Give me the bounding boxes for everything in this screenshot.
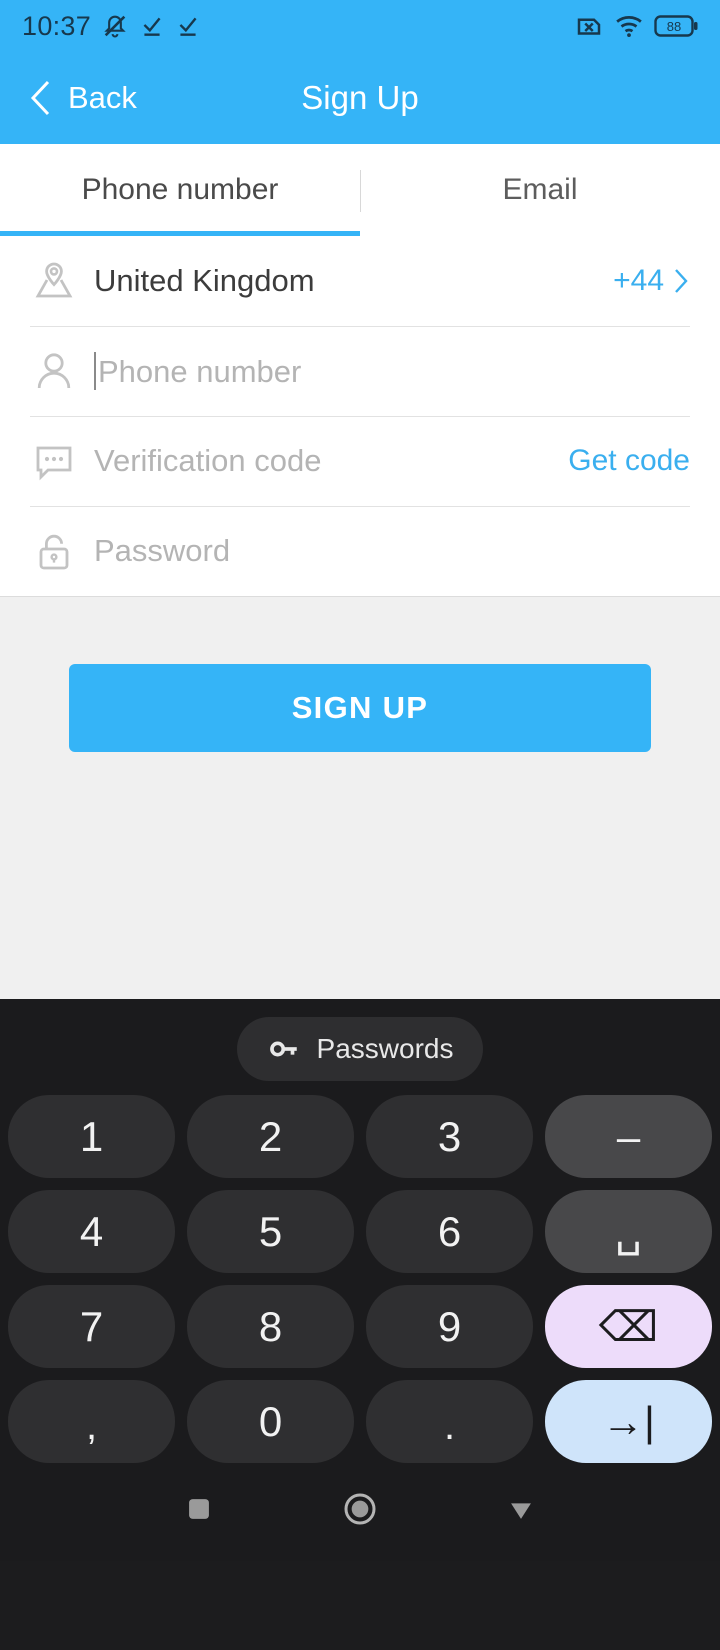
key-3[interactable]: 3: [366, 1095, 533, 1178]
tab-phone-number-label: Phone number: [81, 173, 279, 206]
check-underline-icon: [179, 17, 197, 36]
status-bar-right: 88: [574, 11, 698, 41]
battery-level: 88: [667, 19, 681, 34]
chevron-left-icon: [30, 80, 50, 116]
password-input[interactable]: Password: [94, 533, 690, 569]
country-dial-code: +44: [613, 264, 664, 297]
key-icon: [269, 1041, 297, 1057]
status-bar-clock: 10:37: [22, 10, 92, 41]
circle-icon: [344, 1493, 376, 1524]
back-button[interactable]: Back: [0, 78, 137, 118]
battery-icon: 88: [654, 15, 698, 37]
keyboard-suggestion-bar: Passwords: [0, 1017, 720, 1089]
recents-button[interactable]: [182, 1492, 216, 1531]
country-selector-row[interactable]: United Kingdom +44: [0, 236, 720, 326]
tab-email[interactable]: Email: [360, 144, 720, 236]
password-row[interactable]: Password: [0, 506, 720, 596]
country-dial-code-group[interactable]: +44: [613, 264, 690, 298]
status-bar-left: 10:37: [22, 11, 201, 42]
key-0[interactable]: 0: [187, 1380, 354, 1463]
key-1[interactable]: 1: [8, 1095, 175, 1178]
keyboard-row-3: 7 8 9 ⌫: [8, 1285, 712, 1368]
key-9[interactable]: 9: [366, 1285, 533, 1368]
back-label: Back: [68, 80, 137, 115]
passwords-suggestion-button[interactable]: Passwords: [236, 1017, 484, 1081]
phone-number-input[interactable]: Phone number: [94, 352, 690, 390]
text-cursor: [94, 352, 96, 390]
keyboard-rows: 1 2 3 – 4 5 6 ␣ 7 8 9 ⌫ , 0 . →|: [0, 1089, 720, 1463]
app-bar: Back Sign Up: [0, 52, 720, 144]
map-pin-icon: [30, 257, 94, 305]
country-name: United Kingdom: [94, 263, 315, 298]
key-6[interactable]: 6: [366, 1190, 533, 1273]
key-dash[interactable]: –: [545, 1095, 712, 1178]
wifi-icon: [616, 16, 642, 37]
unlock-icon: [30, 527, 94, 575]
key-period[interactable]: .: [366, 1380, 533, 1463]
key-comma[interactable]: ,: [8, 1380, 175, 1463]
hide-keyboard-button[interactable]: [504, 1492, 538, 1531]
bell-mute-icon: [104, 15, 126, 38]
signup-method-tabs: Phone number Email: [0, 144, 720, 236]
keyboard-row-2: 4 5 6 ␣: [8, 1190, 712, 1273]
sim-disabled-icon: [577, 18, 601, 35]
person-icon: [30, 347, 94, 395]
triangle-down-icon: [511, 1502, 531, 1519]
verification-code-input[interactable]: Verification code: [94, 443, 568, 479]
get-code-button[interactable]: Get code: [568, 444, 690, 478]
key-8[interactable]: 8: [187, 1285, 354, 1368]
message-dots-icon: [30, 437, 94, 485]
keyboard-row-4: , 0 . →|: [8, 1380, 712, 1463]
signup-form: United Kingdom +44 Phone number Verifica…: [0, 236, 720, 596]
check-underline-icon: [143, 17, 161, 36]
key-4[interactable]: 4: [8, 1190, 175, 1273]
key-2[interactable]: 2: [187, 1095, 354, 1178]
home-button[interactable]: [340, 1489, 380, 1534]
keyboard-row-1: 1 2 3 –: [8, 1095, 712, 1178]
tab-email-label: Email: [502, 173, 578, 206]
passwords-suggestion-label: Passwords: [316, 1033, 454, 1064]
phone-number-row[interactable]: Phone number: [0, 326, 720, 416]
key-backspace[interactable]: ⌫: [545, 1285, 712, 1368]
numeric-keyboard: Passwords 1 2 3 – 4 5 6 ␣ 7 8 9 ⌫ , 0 . …: [0, 999, 720, 1463]
system-navigation-bar: [0, 1461, 720, 1561]
square-icon: [189, 1498, 209, 1519]
key-space[interactable]: ␣: [545, 1190, 712, 1273]
verification-code-row[interactable]: Verification code Get code: [0, 416, 720, 506]
key-5[interactable]: 5: [187, 1190, 354, 1273]
chevron-right-icon: [675, 269, 688, 293]
status-bar: 10:37 88: [0, 0, 720, 52]
phone-screen: 10:37 88 Back Sign Up Phone number Email…: [0, 0, 720, 1650]
sign-up-button[interactable]: SIGN UP: [69, 664, 651, 752]
phone-number-placeholder: Phone number: [98, 354, 302, 389]
key-7[interactable]: 7: [8, 1285, 175, 1368]
form-footer: SIGN UP: [0, 596, 720, 999]
key-next[interactable]: →|: [545, 1380, 712, 1463]
tab-phone-number[interactable]: Phone number: [0, 144, 360, 236]
